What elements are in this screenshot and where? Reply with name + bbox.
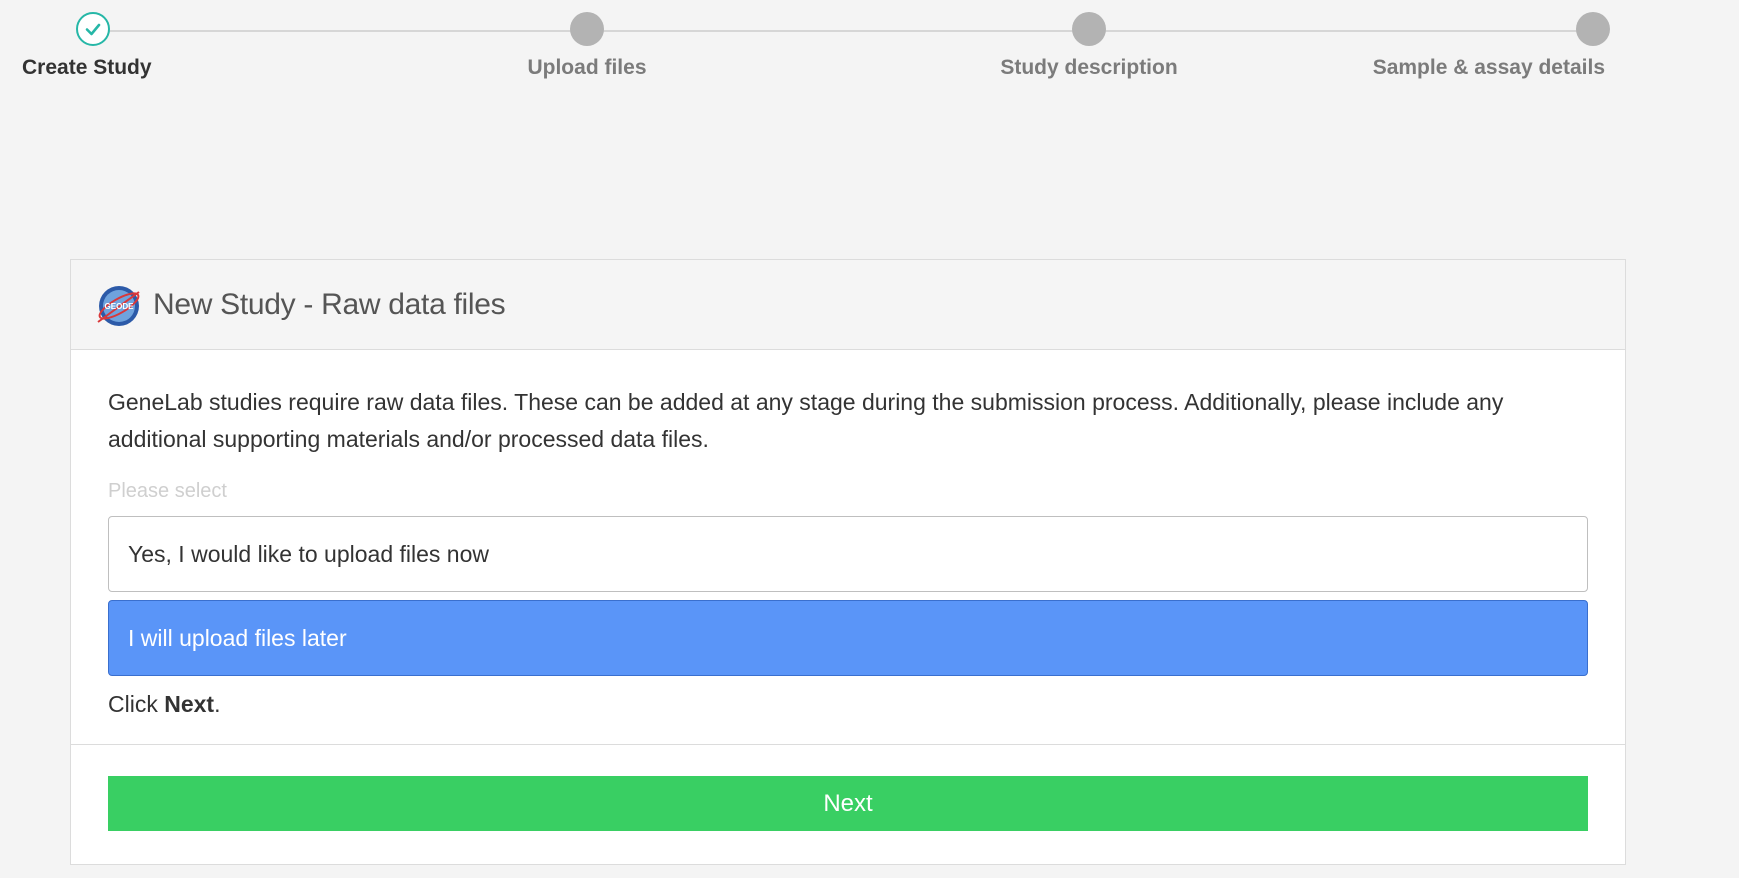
step-circle-icon [1576, 12, 1610, 46]
hint-text: Click Next. [108, 691, 221, 717]
stepper-track [93, 30, 1593, 32]
step-circle-icon [1072, 12, 1106, 46]
option-label: I will upload files later [128, 624, 347, 651]
svg-text:GEODE: GEODE [105, 302, 135, 311]
select-label: Please select [108, 480, 227, 502]
genelab-logo-icon: GEODE [97, 285, 140, 326]
new-study-panel: GEODE New Study - Raw data files GeneLab… [70, 259, 1626, 865]
hint-bold: Next [164, 691, 215, 717]
step-label: Study description [1000, 56, 1178, 79]
option-upload-now[interactable]: Yes, I would like to upload files now [108, 516, 1588, 592]
step-label: Upload files [527, 56, 647, 79]
next-button[interactable]: Next [108, 776, 1588, 831]
option-label: Yes, I would like to upload files now [128, 540, 489, 567]
panel-title: New Study - Raw data files [153, 287, 506, 321]
panel-footer: Next [71, 744, 1625, 864]
panel-description: GeneLab studies require raw data files. … [108, 389, 1504, 452]
panel-header: GEODE New Study - Raw data files [71, 260, 1625, 350]
option-upload-later[interactable]: I will upload files later [108, 600, 1588, 676]
step-label: Create Study [22, 56, 152, 79]
step-label: Sample & assay details [1372, 56, 1605, 79]
check-icon [76, 12, 110, 46]
progress-stepper: Create Study Upload files Study descript… [0, 0, 1739, 100]
step-circle-icon [570, 12, 604, 46]
panel-body: GeneLab studies require raw data files. … [71, 350, 1625, 718]
